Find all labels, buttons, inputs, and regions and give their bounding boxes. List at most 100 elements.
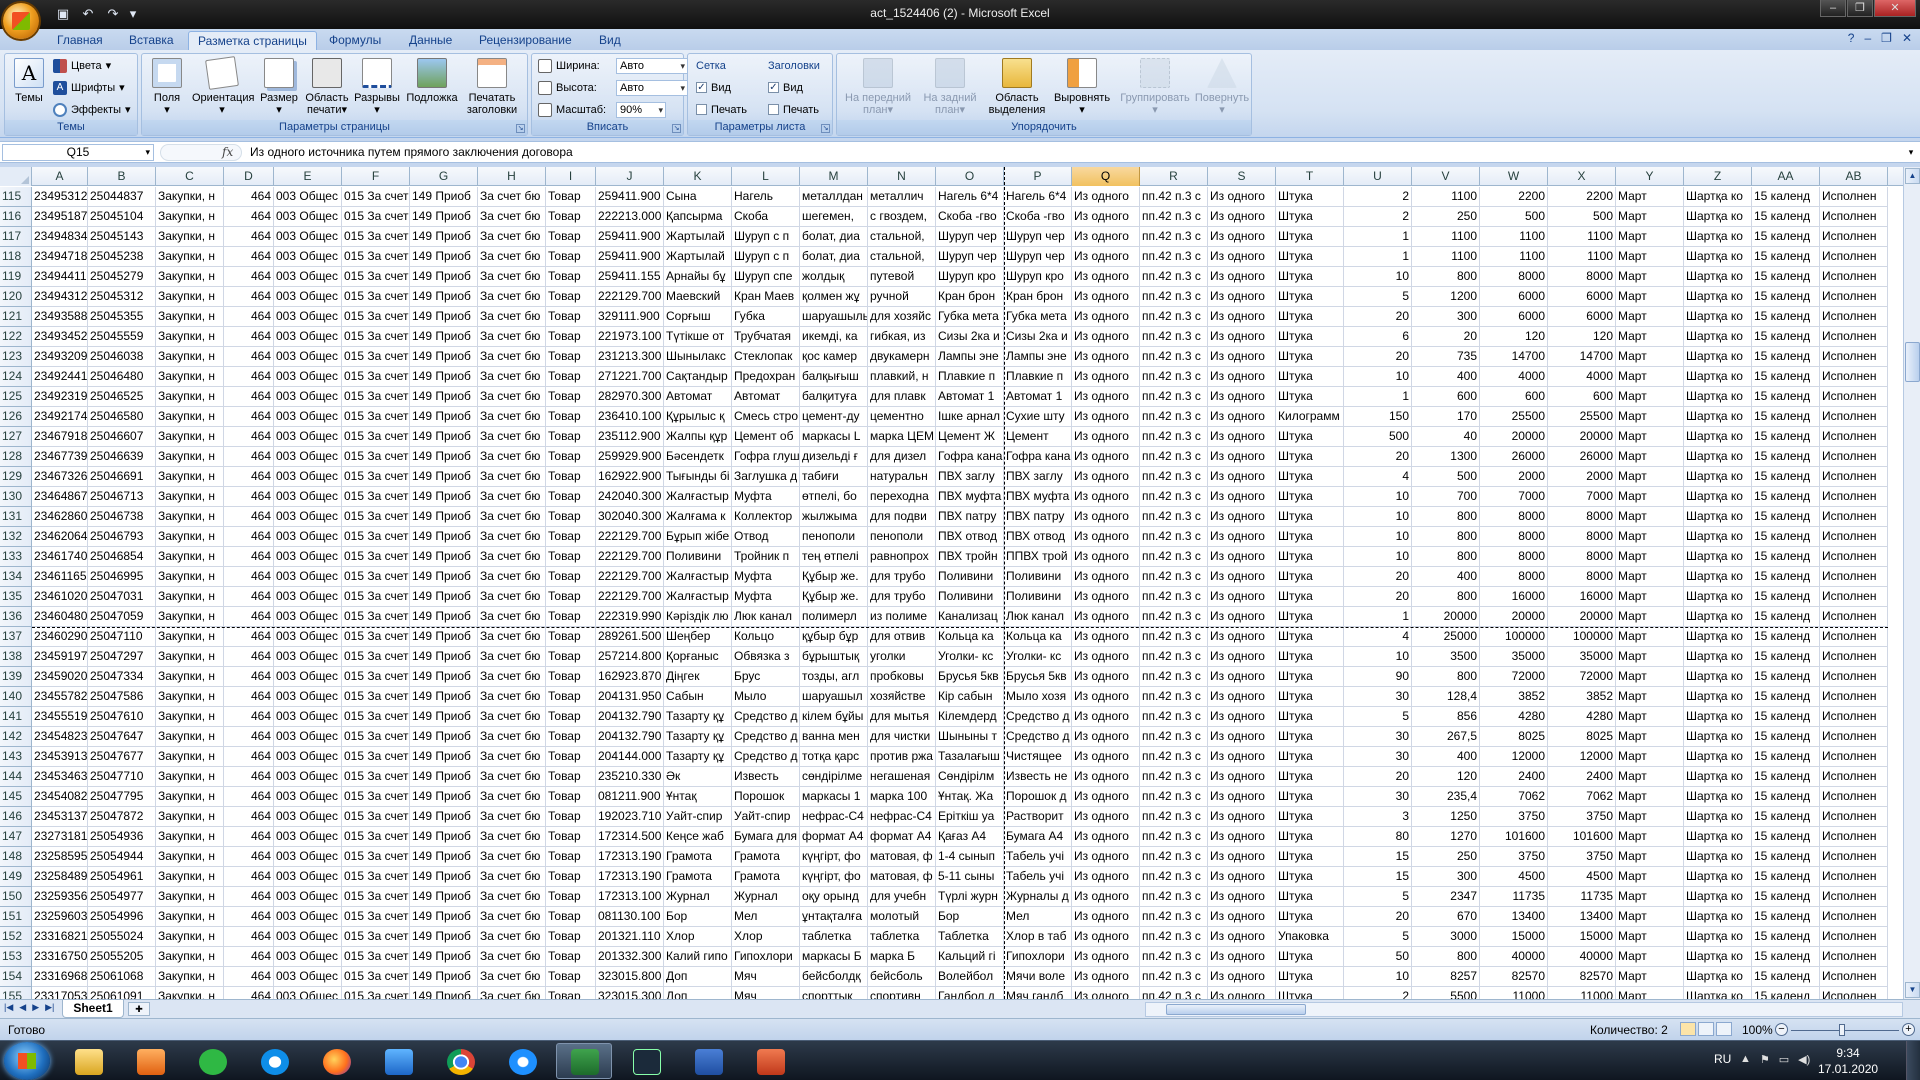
cell-X[interactable]: 6000 [1548, 307, 1616, 327]
cell-L[interactable]: Бумага для [732, 827, 800, 847]
powerpoint-taskbar-button[interactable] [742, 1043, 798, 1079]
cell-M[interactable]: шегемен, [800, 207, 868, 227]
cell-X[interactable]: 8000 [1548, 527, 1616, 547]
cell-I[interactable]: Товар [546, 887, 596, 907]
effects-button[interactable]: Эффекты ▾ [53, 100, 131, 119]
cell-F[interactable]: 015 За счет [342, 827, 410, 847]
cell-A[interactable]: 23454823 [32, 727, 88, 747]
cell-S[interactable]: Из одного [1208, 767, 1276, 787]
cell-S[interactable]: Из одного [1208, 407, 1276, 427]
cell-W[interactable]: 6000 [1480, 307, 1548, 327]
cell-G[interactable]: 149 Приоб [410, 587, 478, 607]
cell-G[interactable]: 149 Приоб [410, 707, 478, 727]
cell-K[interactable]: Тазарту құ [664, 727, 732, 747]
cell-N[interactable]: бейсболь [868, 967, 936, 987]
cell-M[interactable]: нефрас-С4 [800, 807, 868, 827]
cell-AA[interactable]: 15 календ [1752, 687, 1820, 707]
cell-V[interactable]: 500 [1412, 467, 1480, 487]
cell-X[interactable]: 40000 [1548, 947, 1616, 967]
cell-J[interactable]: 081211.900 [596, 787, 664, 807]
flag-icon[interactable]: ⚑ [1760, 1053, 1770, 1066]
cell-T[interactable]: Штука [1276, 247, 1344, 267]
row-header[interactable]: 151 [0, 907, 32, 927]
show-hidden-icons-icon[interactable]: ▲ [1740, 1053, 1751, 1066]
cell-O[interactable]: Брусья 5кв [936, 667, 1004, 687]
cell-A[interactable]: 23273181 [32, 827, 88, 847]
cell-Z[interactable]: Шартқа ко [1684, 527, 1752, 547]
cell-U[interactable]: 15 [1344, 867, 1412, 887]
cell-K[interactable]: Бұрып жібе [664, 527, 732, 547]
cell-Y[interactable]: Март [1616, 807, 1684, 827]
cell-I[interactable]: Товар [546, 447, 596, 467]
cell-T[interactable]: Штука [1276, 547, 1344, 567]
cell-AB[interactable]: Исполнен [1820, 347, 1888, 367]
cell-I[interactable]: Товар [546, 227, 596, 247]
cell-J[interactable]: 222129.700 [596, 567, 664, 587]
cell-A[interactable]: 23493588 [32, 307, 88, 327]
cell-S[interactable]: Из одного [1208, 687, 1276, 707]
cell-T[interactable]: Штука [1276, 867, 1344, 887]
cell-Q[interactable]: Из одного [1072, 247, 1140, 267]
cell-L[interactable]: Гипохлори [732, 947, 800, 967]
cell-G[interactable]: 149 Приоб [410, 627, 478, 647]
cell-T[interactable]: Штука [1276, 787, 1344, 807]
cell-I[interactable]: Товар [546, 567, 596, 587]
cell-C[interactable]: Закупки, н [156, 487, 224, 507]
cell-F[interactable]: 015 За счет [342, 287, 410, 307]
cell-I[interactable]: Товар [546, 307, 596, 327]
cell-K[interactable]: Шынылакс [664, 347, 732, 367]
cell-Z[interactable]: Шартқа ко [1684, 547, 1752, 567]
cell-I[interactable]: Товар [546, 807, 596, 827]
column-header-G[interactable]: G [410, 167, 478, 186]
row-header[interactable]: 125 [0, 387, 32, 407]
cell-AB[interactable]: Исполнен [1820, 847, 1888, 867]
cell-AA[interactable]: 15 календ [1752, 347, 1820, 367]
cell-T[interactable]: Штука [1276, 707, 1344, 727]
cell-H[interactable]: За счет бю [478, 787, 546, 807]
clock[interactable]: 9:34 17.01.2020 [1818, 1045, 1878, 1077]
cell-J[interactable]: 329111.900 [596, 307, 664, 327]
cell-X[interactable]: 8025 [1548, 727, 1616, 747]
cell-A[interactable]: 23494834 [32, 227, 88, 247]
cell-F[interactable]: 015 За счет [342, 907, 410, 927]
cell-N[interactable]: пробковы [868, 667, 936, 687]
cell-V[interactable]: 600 [1412, 387, 1480, 407]
cell-Y[interactable]: Март [1616, 667, 1684, 687]
cell-A[interactable]: 23453463 [32, 767, 88, 787]
row-header[interactable]: 144 [0, 767, 32, 787]
cell-U[interactable]: 15 [1344, 847, 1412, 867]
cell-W[interactable]: 3750 [1480, 847, 1548, 867]
cell-G[interactable]: 149 Приоб [410, 967, 478, 987]
cell-T[interactable]: Штука [1276, 807, 1344, 827]
cell-M[interactable]: болат, диа [800, 227, 868, 247]
cell-M[interactable]: полимерл [800, 607, 868, 627]
cell-A[interactable]: 23492319 [32, 387, 88, 407]
cell-Q[interactable]: Из одного [1072, 527, 1140, 547]
cell-N[interactable]: для учебн [868, 887, 936, 907]
cell-A[interactable]: 23461020 [32, 587, 88, 607]
cell-S[interactable]: Из одного [1208, 807, 1276, 827]
cell-M[interactable]: маркасы L [800, 427, 868, 447]
cell-H[interactable]: За счет бю [478, 387, 546, 407]
cell-W[interactable]: 15000 [1480, 927, 1548, 947]
cell-Q[interactable]: Из одного [1072, 727, 1140, 747]
cell-Q[interactable]: Из одного [1072, 487, 1140, 507]
cell-W[interactable]: 4280 [1480, 707, 1548, 727]
cell-AB[interactable]: Исполнен [1820, 667, 1888, 687]
cell-Q[interactable]: Из одного [1072, 347, 1140, 367]
background-button[interactable]: Подложка [404, 56, 460, 104]
cell-D[interactable]: 464 [224, 967, 274, 987]
cell-G[interactable]: 149 Приоб [410, 247, 478, 267]
cell-AA[interactable]: 15 календ [1752, 487, 1820, 507]
cell-P[interactable]: Кольца ка [1004, 627, 1072, 647]
cell-X[interactable]: 35000 [1548, 647, 1616, 667]
row-header[interactable]: 139 [0, 667, 32, 687]
cell-I[interactable]: Товар [546, 287, 596, 307]
cell-I[interactable]: Товар [546, 547, 596, 567]
column-header-Y[interactable]: Y [1616, 167, 1684, 186]
cell-K[interactable]: Жалғастыр [664, 567, 732, 587]
cell-AB[interactable]: Исполнен [1820, 567, 1888, 587]
cell-P[interactable]: Губка мета [1004, 307, 1072, 327]
cell-T[interactable]: Штука [1276, 387, 1344, 407]
cell-M[interactable]: жолдық [800, 267, 868, 287]
